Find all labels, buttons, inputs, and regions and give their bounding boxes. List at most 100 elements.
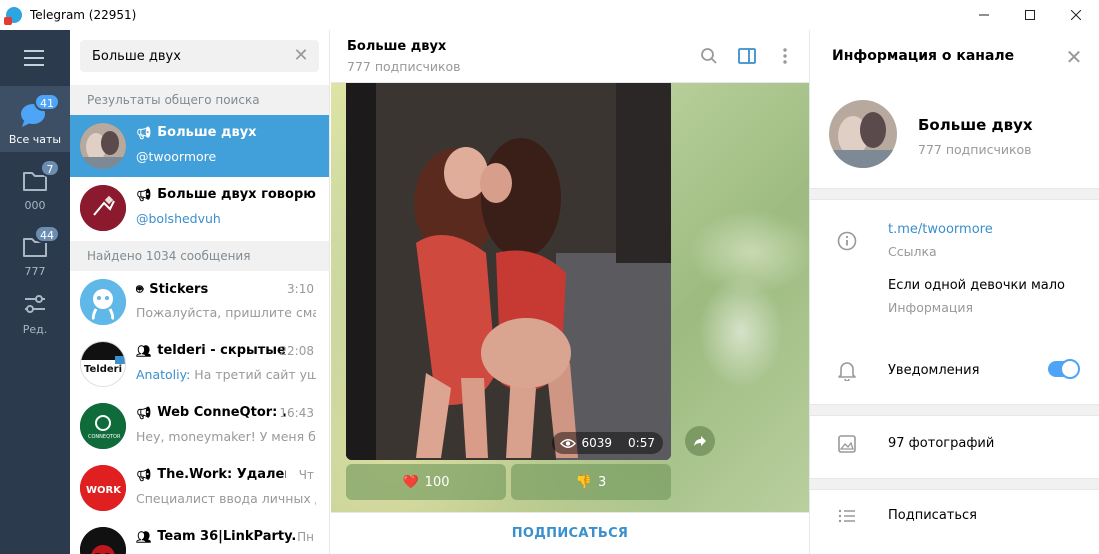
minimize-button[interactable]: [961, 0, 1007, 30]
message-preview: Anatoliy: На третий сайт уш...: [136, 367, 316, 382]
message-preview: Специалист ввода личных д...: [136, 491, 316, 506]
avatar: [80, 123, 126, 169]
chat-title: 📢︎ Больше двух говорю в...: [136, 187, 318, 202]
more-options-button[interactable]: [773, 44, 797, 68]
svg-text:CONNEQTOR: CONNEQTOR: [88, 434, 121, 440]
folder-badge: 7: [40, 159, 60, 177]
divider: [810, 404, 1099, 416]
channel-info-panel: Информация о канале ✕ Больше двух 777 по…: [809, 30, 1099, 554]
sliders-icon: [18, 289, 52, 319]
channel-subscribers: 777 подписчиков: [918, 142, 1032, 157]
notifications-toggle[interactable]: [1048, 359, 1080, 379]
folder-label: 000: [24, 199, 46, 212]
message-time: 3:10: [287, 282, 314, 296]
svg-text:WORK: WORK: [86, 485, 122, 496]
search-button[interactable]: [697, 44, 721, 68]
message-preview: Пожалуйста, пришлите сма...: [136, 305, 316, 320]
message-row[interactable]: CONNEQTOR 📢︎ Web ConneQtor: ... 16:43 He…: [70, 395, 329, 457]
chat-title: 👥︎ Team 36|LinkParty.ru: [136, 529, 296, 544]
message-row[interactable]: WORK 📢︎ The.Work: Удаленн... Чт Специали…: [70, 457, 329, 519]
group-icon: 👥︎: [136, 529, 152, 544]
chat-title: 👥︎ telderi - скрытые ...: [136, 343, 286, 358]
channel-description: Если одной девочки мало: [888, 278, 1065, 293]
channel-name: Больше двух: [918, 116, 1033, 134]
section-header-global: Результаты общего поиска: [70, 85, 329, 115]
megaphone-icon: 📢︎: [136, 125, 152, 140]
close-info-button[interactable]: ✕: [1063, 46, 1085, 68]
channel-avatar[interactable]: [829, 100, 897, 168]
divider: [810, 188, 1099, 200]
message-row[interactable]: 36 👥︎ Team 36|LinkParty.ru Пн: [70, 519, 329, 554]
folder-all-chats[interactable]: 41 Все чаты: [0, 86, 70, 152]
folder-edit[interactable]: Ред.: [0, 276, 70, 342]
megaphone-icon: 📢︎: [136, 467, 152, 482]
subscribe-button[interactable]: ПОДПИСАТЬСЯ: [331, 512, 809, 554]
share-arrow-icon: [694, 436, 706, 446]
menu-icon[interactable]: [24, 50, 44, 71]
chat-username: @bolshedvuh: [136, 211, 221, 226]
folder-label: Все чаты: [8, 133, 62, 146]
photo-image: [346, 83, 671, 460]
clear-search-button[interactable]: ✕: [291, 46, 311, 66]
avatar: Telderi: [80, 341, 126, 387]
megaphone-icon: 📢︎: [136, 187, 152, 202]
avatar: [80, 185, 126, 231]
reaction-thumbs-down[interactable]: 👎 3: [511, 464, 671, 500]
folder-000[interactable]: 7 000: [0, 152, 70, 218]
maximize-icon: [1025, 10, 1035, 20]
reaction-heart[interactable]: ❤️ 100: [346, 464, 506, 500]
chat-title: 📢︎ Web ConneQtor: ...: [136, 405, 286, 420]
chat-header-subtitle: 777 подписчиков: [347, 59, 461, 74]
message-time: 22:08: [279, 344, 314, 358]
chat-title: 📢︎ The.Work: Удаленн...: [136, 467, 286, 482]
photo-icon: [836, 433, 858, 455]
chat-row-bolshedvuh[interactable]: 📢︎ Больше двух говорю в... @bolshedvuh: [70, 177, 329, 239]
toggle-info-panel-button[interactable]: [735, 44, 759, 68]
window-titlebar: Telegram (22951): [0, 0, 1099, 30]
avatar: 36: [80, 527, 126, 554]
close-window-button[interactable]: [1053, 0, 1099, 30]
info-icon: [836, 230, 858, 252]
message-row[interactable]: Telderi 👥︎ telderi - скрытые ... 22:08 A…: [70, 333, 329, 395]
channel-link-label: Ссылка: [888, 244, 937, 259]
reaction-count: 3: [597, 474, 607, 490]
megaphone-icon: 📢︎: [136, 405, 152, 420]
folders-rail: 41 Все чаты 7 000 44 777 Ред.: [0, 30, 70, 554]
post-time: 0:57: [628, 436, 655, 450]
svg-text:Telderi: Telderi: [84, 364, 122, 375]
folder-icon: 44: [18, 225, 60, 261]
sidebar-icon: [738, 48, 756, 64]
folder-label: Ред.: [22, 323, 48, 336]
minimize-icon: [979, 14, 989, 16]
avatar: [80, 279, 126, 325]
window-title: Telegram (22951): [30, 8, 137, 22]
message-time: Пн: [297, 530, 314, 544]
share-button[interactable]: [685, 426, 715, 456]
subscribe-action[interactable]: Подписаться: [888, 508, 977, 523]
chat-header[interactable]: Больше двух 777 подписчиков: [331, 30, 809, 83]
list-icon: [836, 505, 858, 527]
photos-count[interactable]: 97 фотографий: [888, 436, 994, 451]
folder-777[interactable]: 44 777: [0, 218, 70, 284]
chat-list-panel: ✕ Результаты общего поиска 📢︎ Больше дву…: [70, 30, 330, 554]
search-box: ✕: [80, 40, 319, 72]
avatar: CONNEQTOR: [80, 403, 126, 449]
maximize-button[interactable]: [1007, 0, 1053, 30]
message-row[interactable]: 🤖︎ Stickers 3:10 Пожалуйста, пришлите см…: [70, 271, 329, 333]
bell-icon: [836, 360, 858, 382]
post-views: 6039: [581, 436, 613, 450]
reaction-count: 100: [424, 474, 450, 490]
folder-icon: 7: [18, 159, 60, 195]
chat-row-twoormore[interactable]: 📢︎ Больше двух @twoormore: [70, 115, 329, 177]
chat-title: 📢︎ Больше двух: [136, 125, 257, 140]
close-icon: [1071, 10, 1081, 20]
post-photo[interactable]: 6039 0:57: [346, 83, 671, 460]
channel-link[interactable]: t.me/twoormore: [888, 222, 993, 237]
telegram-logo-icon: [4, 7, 22, 25]
post-meta: 6039 0:57: [551, 432, 663, 454]
message-time: Чт: [298, 468, 314, 482]
message-preview: Hey, moneymaker! У меня б...: [136, 429, 316, 444]
search-input[interactable]: [92, 48, 282, 64]
folder-badge: 44: [34, 225, 60, 243]
avatar: WORK: [80, 465, 126, 511]
